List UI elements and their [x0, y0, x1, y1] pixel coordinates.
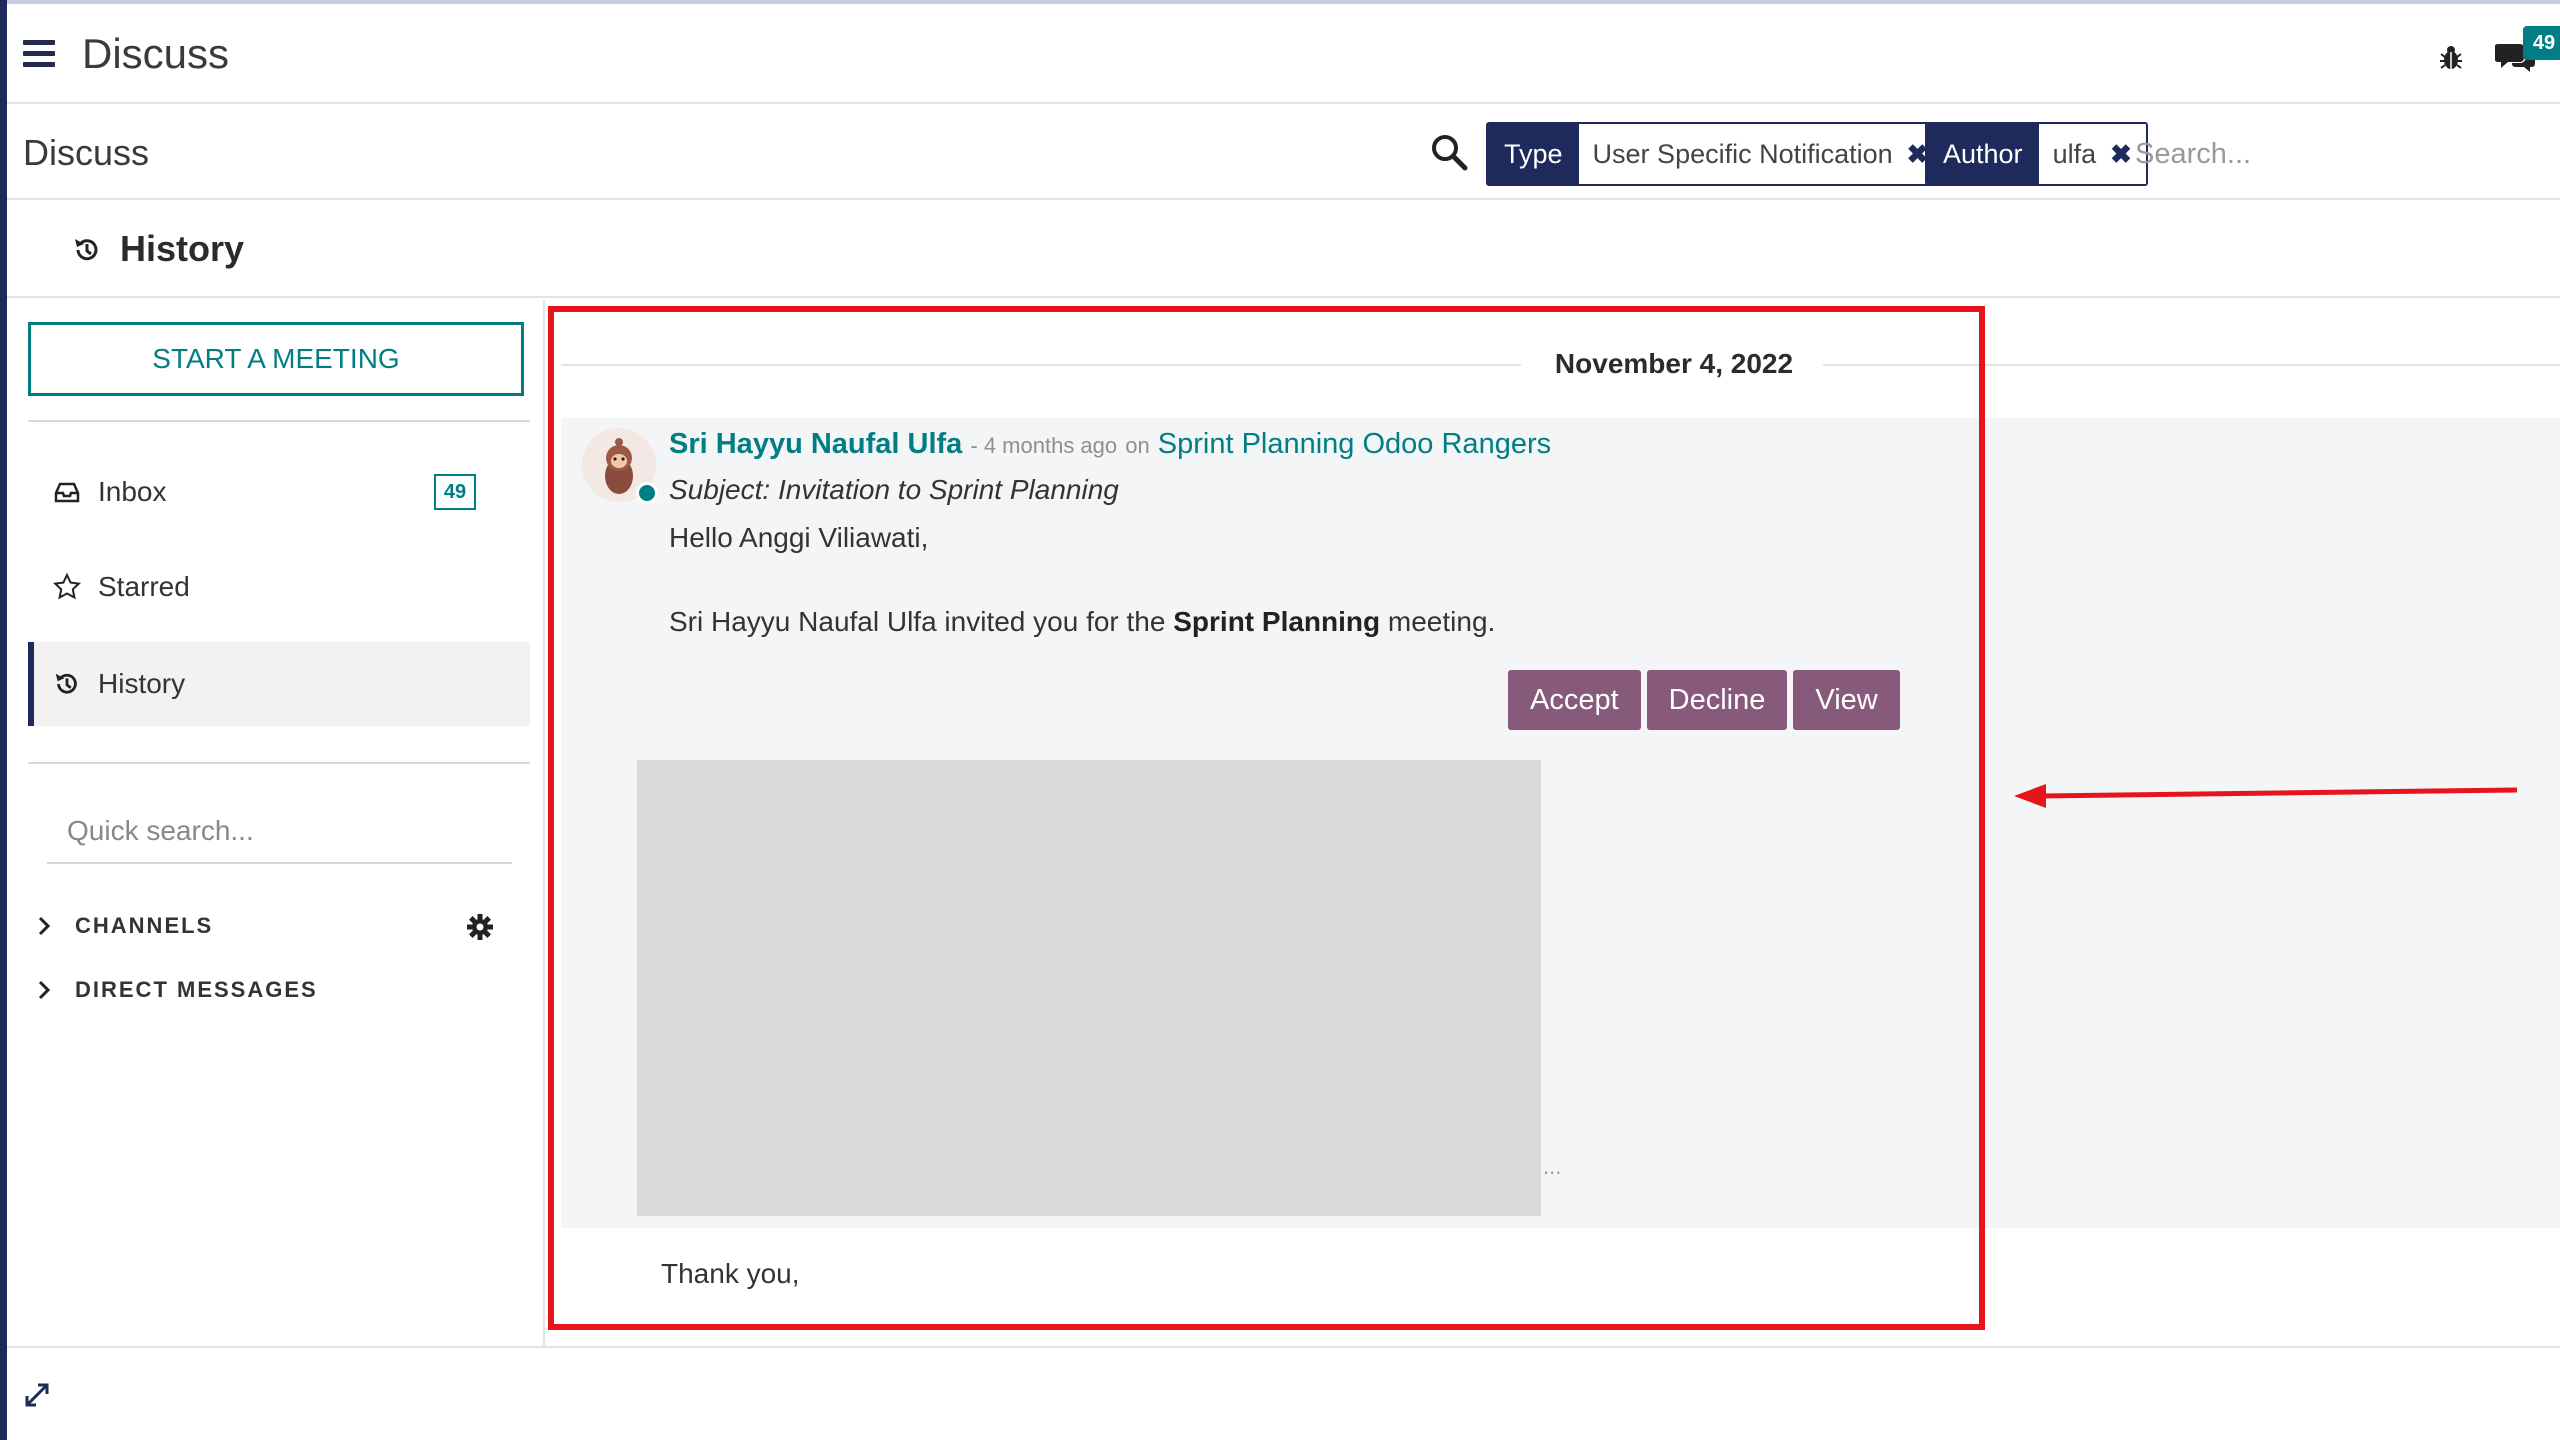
read-more-ellipsis[interactable]: ...: [1543, 1154, 1561, 1180]
chevron-right-icon: [38, 916, 51, 936]
invitation-event-name: Sprint Planning: [1173, 606, 1381, 637]
remove-facet-icon[interactable]: ✖: [2110, 124, 2132, 184]
invitation-suffix: meeting.: [1387, 606, 1496, 637]
app-title[interactable]: Discuss: [82, 30, 229, 78]
menu-icon[interactable]: [23, 40, 55, 67]
search-input[interactable]: [2135, 124, 2555, 184]
search-facet-type: Type User Specific Notification ✖: [1486, 122, 1945, 186]
thread-title: History: [120, 228, 245, 269]
message-closing: Thank you,: [661, 1258, 800, 1289]
message: Sri Hayyu Naufal Ulfa - 4 months ago on …: [561, 418, 2560, 1228]
discuss-sidebar: START A MEETING Inbox 49 Starred History…: [7, 300, 545, 1346]
category-label: DIRECT MESSAGES: [75, 977, 318, 1002]
sidebar-item-starred[interactable]: Starred: [28, 545, 530, 629]
breadcrumb: Discuss: [23, 132, 150, 173]
notification-badge: 49: [2523, 26, 2560, 60]
thread-header: History: [7, 202, 2560, 298]
inbox-icon: [54, 482, 80, 503]
facet-label: Type: [1488, 124, 1579, 184]
quick-search-input[interactable]: [47, 800, 512, 864]
chevron-right-icon: [38, 980, 51, 1000]
search-icon[interactable]: [1429, 132, 1469, 172]
facet-value: ulfa ✖: [2038, 124, 2146, 184]
date-separator-line: [1823, 364, 2560, 366]
invitation-actions: Accept Decline View: [1508, 670, 1906, 730]
bug-icon[interactable]: [2435, 42, 2467, 74]
online-status-indicator: [636, 482, 658, 504]
window-left-border: [0, 0, 7, 1440]
view-button[interactable]: View: [1793, 670, 1900, 730]
message-greeting: Hello Anggi Viliawati,: [669, 522, 929, 553]
message-thread: November 4, 2022 Sri Hayyu Naufal Ulfa -…: [547, 300, 2560, 1346]
sidebar-item-history[interactable]: History: [28, 642, 530, 726]
divider: [28, 420, 530, 422]
footer-divider: [7, 1346, 2560, 1348]
sidebar-item-label: Inbox: [98, 476, 167, 507]
message-origin-link[interactable]: Sprint Planning Odoo Rangers: [1158, 428, 1551, 460]
category-label: CHANNELS: [75, 913, 214, 938]
search-facet-author: Author ulfa ✖: [1925, 122, 2148, 186]
facet-value: User Specific Notification ✖: [1578, 124, 1943, 184]
history-icon: [55, 673, 77, 694]
message-author-link[interactable]: Sri Hayyu Naufal Ulfa: [669, 428, 962, 460]
embedded-image-placeholder: [637, 760, 1541, 1216]
facet-value-text: ulfa: [2052, 139, 2097, 169]
sidebar-item-inbox[interactable]: Inbox 49: [28, 450, 530, 534]
category-channels[interactable]: CHANNELS: [33, 906, 213, 946]
accept-button[interactable]: Accept: [1508, 670, 1641, 730]
date-separator: November 4, 2022: [1554, 348, 1794, 379]
message-on-label: on: [1125, 433, 1150, 458]
top-navbar: Discuss 49: [7, 4, 2560, 104]
decline-button[interactable]: Decline: [1646, 670, 1788, 730]
category-direct-messages[interactable]: DIRECT MESSAGES: [33, 970, 318, 1010]
message-header: Sri Hayyu Naufal Ulfa - 4 months ago on …: [669, 428, 1551, 461]
invitation-prefix: Sri Hayyu Naufal Ulfa invited you for th…: [669, 606, 1166, 637]
avatar[interactable]: [582, 428, 658, 504]
message-invitation-text: Sri Hayyu Naufal Ulfa invited you for th…: [669, 606, 1495, 638]
expand-icon[interactable]: [22, 1380, 52, 1410]
history-icon: [75, 239, 98, 261]
star-icon: [52, 572, 82, 600]
divider: [28, 762, 530, 764]
control-panel: Discuss Type User Specific Notification …: [7, 106, 2560, 200]
sidebar-item-label: Starred: [98, 571, 190, 602]
annotation-arrow-icon: [2014, 784, 2518, 808]
gear-icon[interactable]: [465, 912, 495, 942]
facet-value-text: User Specific Notification: [1592, 139, 1893, 169]
start-meeting-button[interactable]: START A MEETING: [28, 322, 524, 396]
message-date: - 4 months ago: [970, 433, 1118, 458]
facet-label: Author: [1927, 124, 2039, 184]
sidebar-item-label: History: [98, 668, 186, 699]
inbox-counter-badge: 49: [434, 474, 476, 510]
message-subject: Subject: Invitation to Sprint Planning: [669, 474, 1119, 505]
date-separator-line: [561, 364, 1521, 366]
